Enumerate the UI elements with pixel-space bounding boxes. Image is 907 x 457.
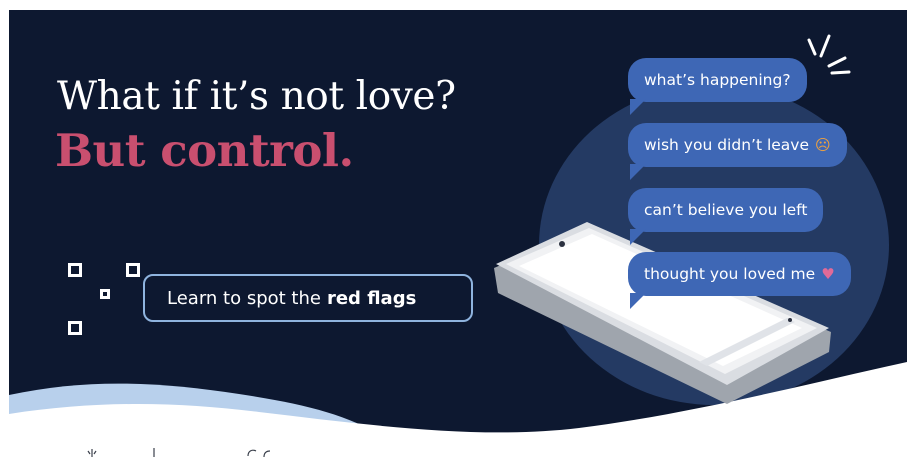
campaign-banner: What if it’s not love? But control. Lear… <box>9 10 907 457</box>
message-text: what’s happening? <box>644 71 791 89</box>
cta-text: Learn to spot the <box>167 287 321 309</box>
learn-red-flags-link[interactable]: Learn to spot the red flags <box>143 274 473 322</box>
headline-question: What if it’s not love? <box>57 74 456 119</box>
message-bubble: thought you loved me ♥ <box>628 252 851 309</box>
qr-code-icon[interactable] <box>56 251 152 347</box>
message-bubble: wish you didn’t leave ☹ <box>628 123 847 180</box>
message-text: can’t believe you left <box>644 201 808 219</box>
message-bubble: can’t believe you left <box>628 188 824 245</box>
message-bubble: what’s happening? <box>628 58 807 115</box>
message-text: wish you didn’t leave <box>644 136 810 154</box>
partner-logos-strip <box>87 448 271 457</box>
broken-heart-icon: ♥ <box>821 264 835 283</box>
notification-lines-icon <box>807 34 851 75</box>
cta-emphasis: red flags <box>326 287 417 309</box>
headline-accent: But control. <box>55 124 354 177</box>
frowning-face-icon: ☹ <box>815 135 831 154</box>
message-text: thought you loved me <box>644 265 816 283</box>
